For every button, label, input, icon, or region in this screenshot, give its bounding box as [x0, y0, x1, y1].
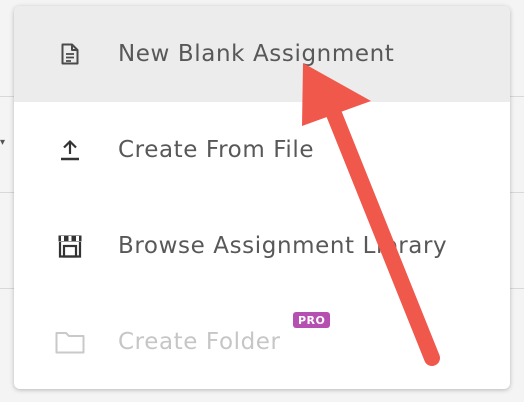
background-divider: [0, 288, 14, 289]
menu-item-label: Create Folder: [118, 329, 281, 355]
upload-icon: [54, 134, 86, 166]
menu-item-label: New Blank Assignment: [118, 41, 395, 67]
menu-item-new-blank-assignment[interactable]: New Blank Assignment: [14, 6, 510, 102]
menu-item-browse-assignment-library[interactable]: Browse Assignment Library: [14, 198, 510, 294]
background-divider: [0, 96, 14, 97]
menu-item-label: Create From File: [118, 137, 315, 163]
background-divider: [510, 288, 524, 289]
document-icon: [54, 38, 86, 70]
pro-badge: PRO: [293, 312, 331, 328]
menu-item-create-folder: Create Folder: [14, 294, 510, 389]
menu-item-label: Browse Assignment Library: [118, 233, 448, 259]
background-divider: [0, 192, 14, 193]
chevron-down-icon: ▾: [0, 137, 6, 148]
background-divider: [510, 192, 524, 193]
folder-icon: [54, 326, 86, 358]
storefront-icon: [54, 230, 86, 262]
menu-item-create-from-file[interactable]: Create From File: [14, 102, 510, 198]
background-divider: [510, 96, 524, 97]
new-assignment-dropdown-menu: New Blank Assignment Create From File Br…: [14, 6, 510, 389]
